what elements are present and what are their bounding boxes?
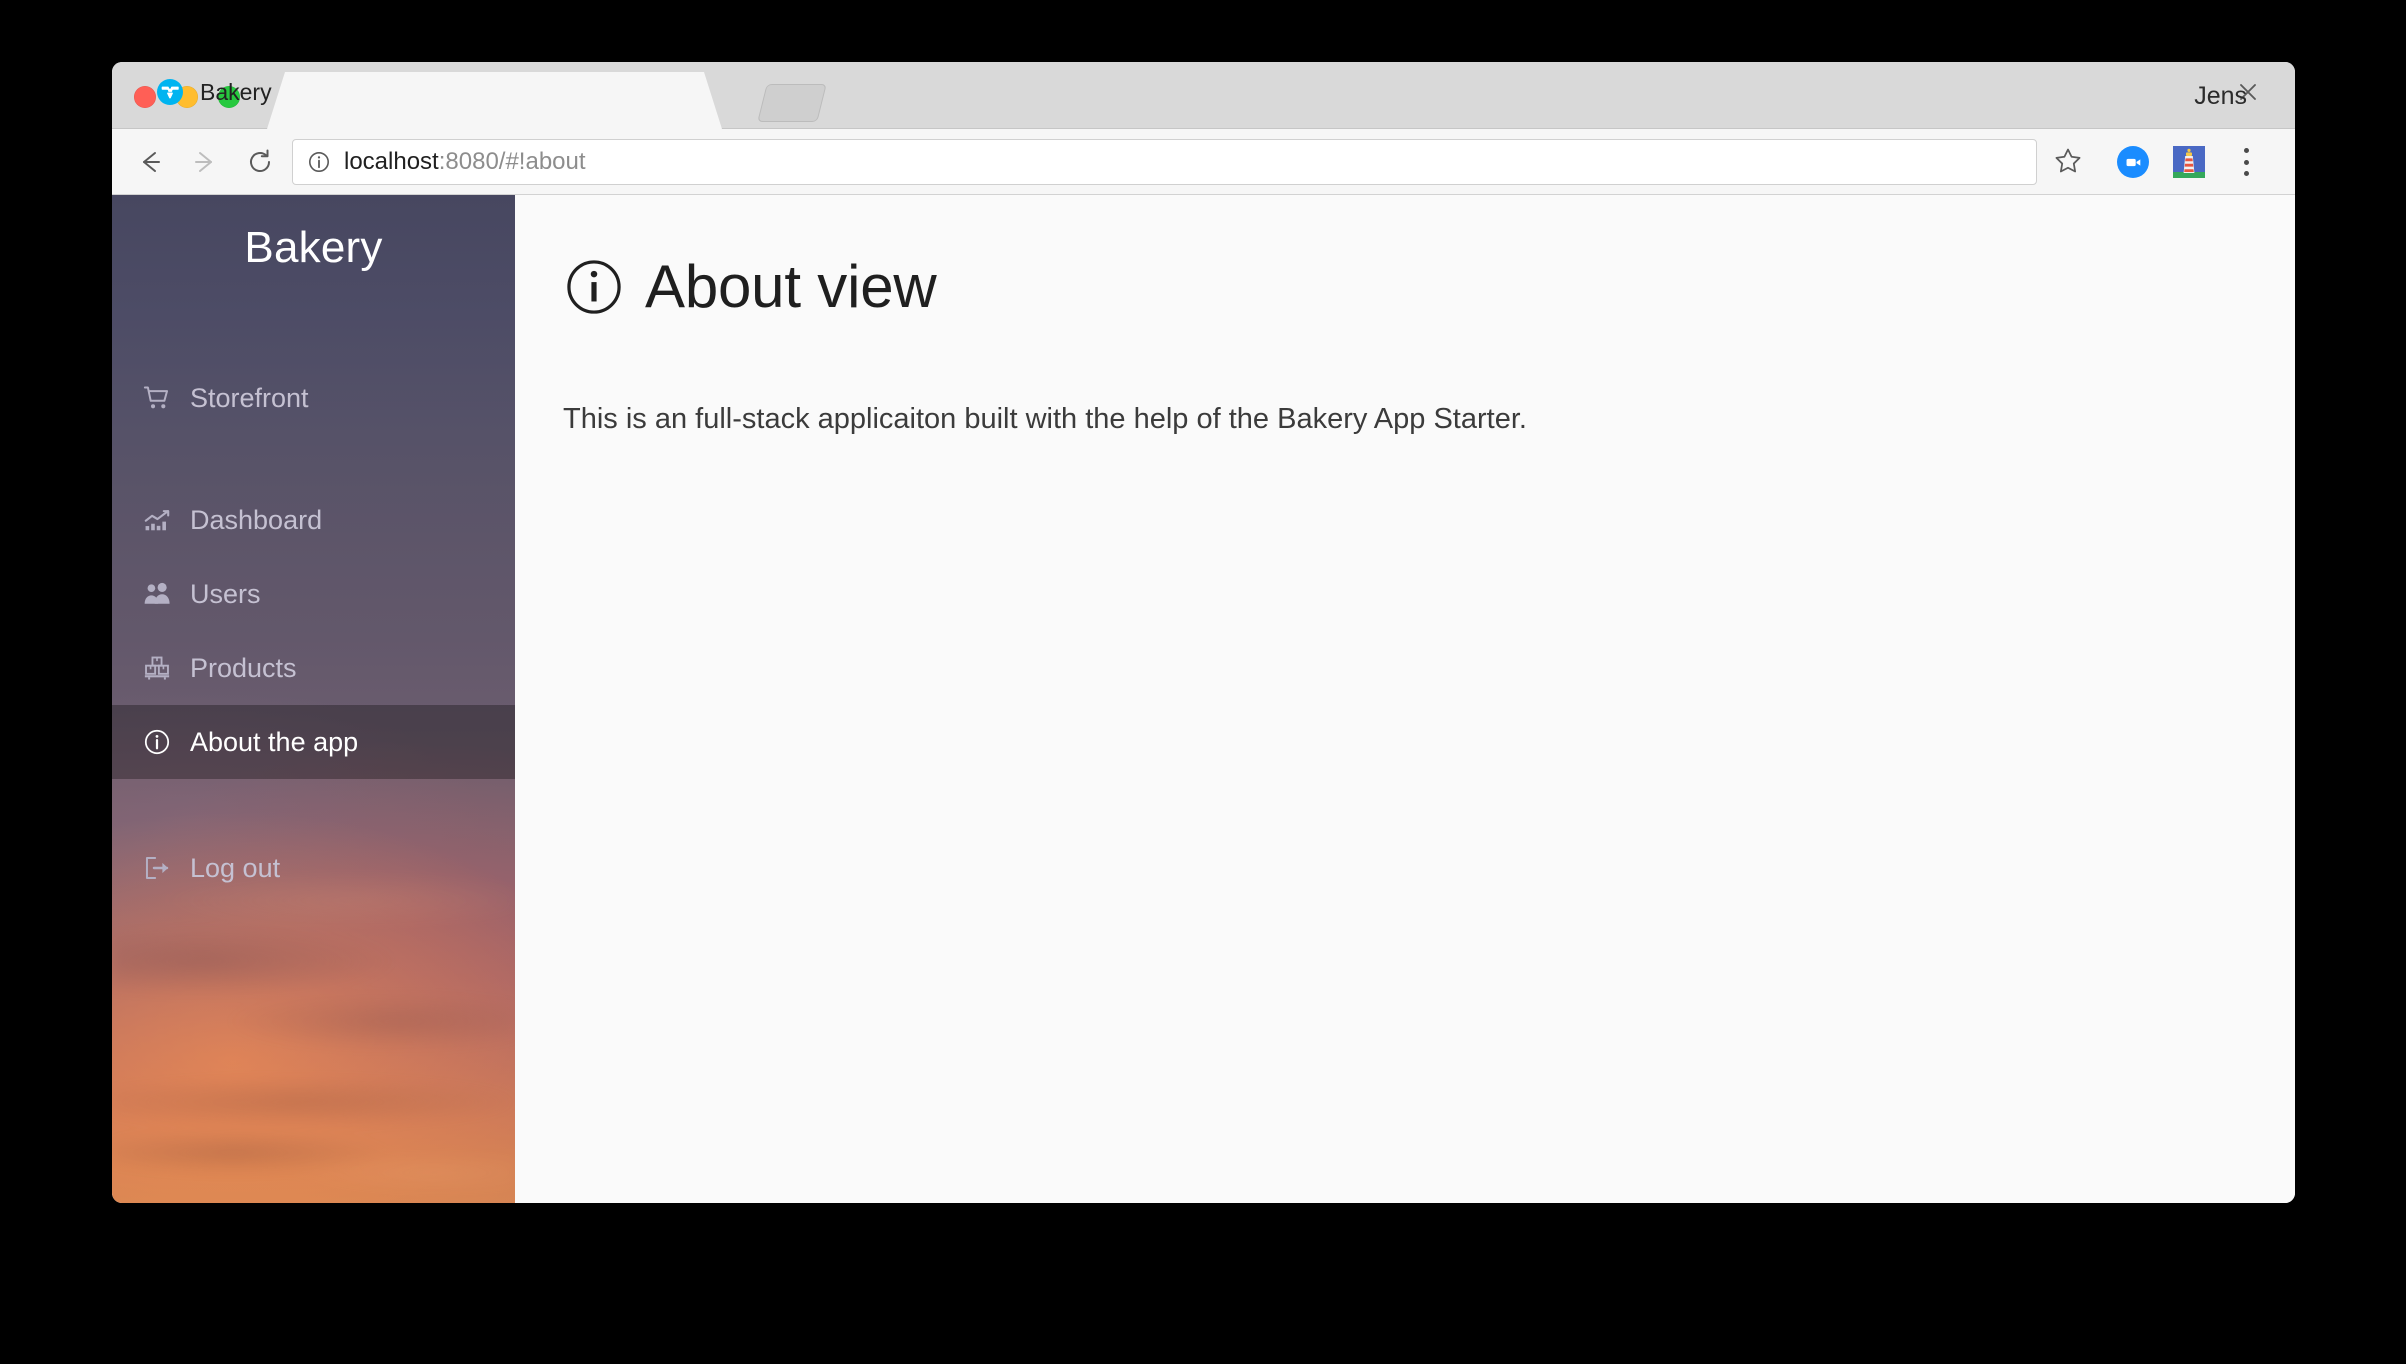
sidebar-item-products[interactable]: Products bbox=[112, 631, 515, 705]
sidebar: Bakery Storefront Dashboard Users Produc… bbox=[112, 195, 515, 1203]
sidebar-item-label: Users bbox=[190, 579, 261, 609]
sidebar-nav-gap bbox=[112, 779, 515, 831]
page-title: About view bbox=[645, 253, 937, 320]
sidebar-item-log-out[interactable]: Log out bbox=[112, 831, 515, 905]
main-content: About view This is an full-stack applica… bbox=[515, 195, 2295, 1203]
new-tab-button[interactable] bbox=[757, 84, 827, 122]
browser-tab-bakery[interactable] bbox=[267, 72, 722, 129]
sidebar-nav-list: Storefront Dashboard Users Products Abou… bbox=[112, 361, 515, 905]
star-icon[interactable] bbox=[2053, 146, 2083, 176]
browser-toolbar: localhost:8080/#!about bbox=[112, 129, 2295, 195]
app-viewport: Bakery Storefront Dashboard Users Produc… bbox=[112, 195, 2295, 1203]
sidebar-item-label: About the app bbox=[190, 727, 359, 757]
chart-icon bbox=[142, 505, 172, 535]
url-bar[interactable]: localhost:8080/#!about bbox=[292, 139, 2037, 185]
forward-arrow-icon bbox=[186, 143, 224, 181]
menu-dot bbox=[2243, 171, 2249, 176]
sign-out-icon bbox=[142, 853, 172, 883]
browser-tab-title: Bakery bbox=[200, 79, 272, 105]
shopping-cart-icon bbox=[142, 383, 172, 413]
three-dot-menu-icon[interactable] bbox=[2231, 145, 2261, 179]
menu-dot bbox=[2243, 159, 2249, 165]
browser-tab-strip: Bakery Jens bbox=[112, 62, 2295, 129]
browser-profile-name[interactable]: Jens bbox=[2194, 82, 2247, 110]
back-arrow-icon[interactable] bbox=[131, 143, 169, 181]
sidebar-item-label: Log out bbox=[190, 853, 281, 883]
video-camera-icon[interactable] bbox=[2117, 146, 2149, 178]
info-circle-icon bbox=[563, 256, 625, 318]
url-text: localhost:8080/#!about bbox=[344, 148, 586, 176]
boxes-icon bbox=[142, 653, 172, 683]
url-host: localhost bbox=[344, 148, 439, 175]
url-path: :8080/#!about bbox=[438, 148, 586, 175]
sidebar-item-label: Dashboard bbox=[190, 505, 323, 535]
lighthouse-icon[interactable] bbox=[2173, 146, 2205, 178]
window-close-button[interactable] bbox=[134, 86, 156, 108]
users-icon bbox=[142, 579, 172, 609]
sidebar-item-dashboard[interactable]: Dashboard bbox=[112, 483, 515, 557]
sidebar-item-label: Storefront bbox=[190, 383, 309, 413]
site-info-icon[interactable] bbox=[307, 150, 331, 174]
browser-window: Bakery Jens localhost:8080/#!about Baker… bbox=[112, 62, 2295, 1203]
reload-icon[interactable] bbox=[241, 143, 279, 181]
sidebar-item-storefront[interactable]: Storefront bbox=[112, 361, 515, 435]
page-body-text: This is an full-stack applicaiton built … bbox=[563, 403, 1527, 435]
sidebar-item-label: Products bbox=[190, 653, 297, 683]
sidebar-item-about-the-app[interactable]: About the app bbox=[112, 705, 515, 779]
sidebar-item-users[interactable]: Users bbox=[112, 557, 515, 631]
info-circle-icon bbox=[142, 727, 172, 757]
vaadin-logo-icon bbox=[157, 79, 183, 105]
page-heading: About view bbox=[563, 255, 937, 319]
menu-dot bbox=[2243, 148, 2249, 153]
sidebar-nav-gap bbox=[112, 435, 515, 483]
app-title: Bakery bbox=[244, 223, 383, 272]
